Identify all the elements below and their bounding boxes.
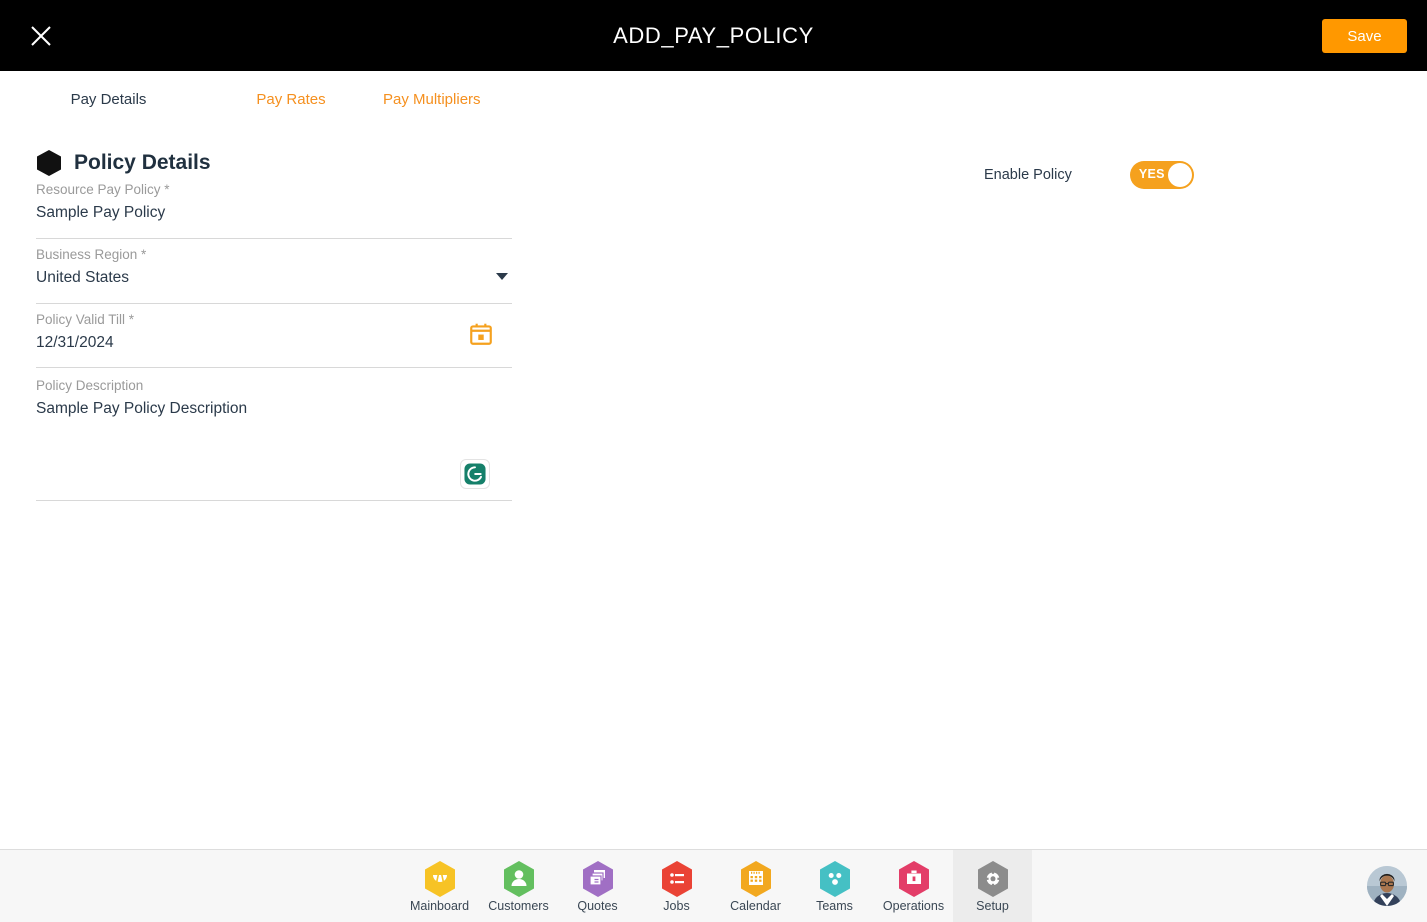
enable-policy-label: Enable Policy — [984, 167, 1072, 183]
section-title: Policy Details — [74, 151, 211, 174]
field-business-region: Business Region * United States — [36, 246, 512, 304]
section-header: Policy Details — [36, 149, 211, 177]
resource-pay-policy-label: Resource Pay Policy * — [36, 182, 170, 197]
tab-pay-details[interactable]: Pay Details — [16, 91, 201, 108]
tab-bar: Pay Details Pay Rates Pay Multipliers — [0, 71, 1427, 206]
policy-description-label: Policy Description — [36, 378, 144, 393]
save-button[interactable]: Save — [1322, 19, 1407, 53]
field-underline — [36, 500, 512, 501]
nav-item-calendar[interactable]: Calendar — [716, 850, 795, 922]
bottom-navigation: Mainboard Customers Quotes Jobs Calendar… — [0, 849, 1427, 922]
pay-details-form: Policy Details Resource Pay Policy * Sam… — [0, 123, 1427, 849]
field-resource-pay-policy: Resource Pay Policy * Sample Pay Policy — [36, 181, 512, 239]
policy-valid-till-label: Policy Valid Till * — [36, 312, 135, 327]
nav-item-quotes[interactable]: Quotes — [558, 850, 637, 922]
nav-label-customers: Customers — [488, 898, 549, 913]
field-policy-description: Policy Description Sample Pay Policy Des… — [36, 377, 512, 501]
nav-item-operations[interactable]: Operations — [874, 850, 953, 922]
nav-label-jobs: Jobs — [663, 898, 690, 913]
nav-label-quotes: Quotes — [577, 898, 618, 913]
business-region-label: Business Region * — [36, 247, 147, 262]
user-avatar[interactable] — [1367, 866, 1407, 906]
page-title: ADD_PAY_POLICY — [613, 23, 814, 48]
nav-item-mainboard[interactable]: Mainboard — [400, 850, 479, 922]
nav-label-mainboard: Mainboard — [409, 898, 470, 913]
toggle-knob — [1167, 163, 1192, 187]
enable-policy-toggle[interactable]: YES — [1129, 161, 1194, 189]
mainboard-icon — [423, 860, 457, 898]
nav-label-operations: Operations — [882, 898, 945, 913]
nav-label-calendar: Calendar — [730, 898, 781, 913]
setup-gear-icon — [976, 860, 1010, 898]
nav-item-jobs[interactable]: Jobs — [637, 850, 716, 922]
calendar-icon[interactable] — [468, 321, 494, 347]
field-underline — [36, 238, 512, 239]
field-policy-valid-till: Policy Valid Till * 12/31/2024 — [36, 311, 512, 368]
nav-label-setup: Setup — [976, 898, 1009, 913]
app-header: ADD_PAY_POLICY Save — [0, 0, 1427, 71]
policy-description-textarea[interactable]: Sample Pay Policy Description — [36, 395, 512, 422]
jobs-icon — [660, 860, 694, 898]
quotes-icon — [581, 860, 615, 898]
nav-item-teams[interactable]: Teams — [795, 850, 874, 922]
tab-pay-rates[interactable]: Pay Rates — [201, 91, 381, 108]
business-region-select[interactable]: United States — [36, 264, 512, 291]
chevron-down-icon[interactable] — [496, 273, 508, 280]
nav-item-setup[interactable]: Setup — [953, 850, 1032, 922]
teams-icon — [818, 860, 852, 898]
resource-pay-policy-input[interactable]: Sample Pay Policy — [36, 199, 512, 226]
nav-label-teams: Teams — [816, 898, 853, 913]
customers-icon — [502, 860, 536, 898]
tab-pay-multipliers[interactable]: Pay Multipliers — [381, 91, 561, 108]
hexagon-bullet-icon — [36, 149, 62, 177]
policy-valid-till-input[interactable]: 12/31/2024 — [36, 329, 512, 356]
field-underline — [36, 367, 512, 368]
grammarly-icon[interactable] — [460, 459, 490, 489]
field-underline — [36, 303, 512, 304]
operations-icon — [897, 860, 931, 898]
nav-item-customers[interactable]: Customers — [479, 850, 558, 922]
toggle-state-label: YES — [1138, 167, 1165, 181]
calendar-nav-icon — [739, 860, 773, 898]
enable-policy-row: Enable Policy YES — [984, 161, 1194, 189]
